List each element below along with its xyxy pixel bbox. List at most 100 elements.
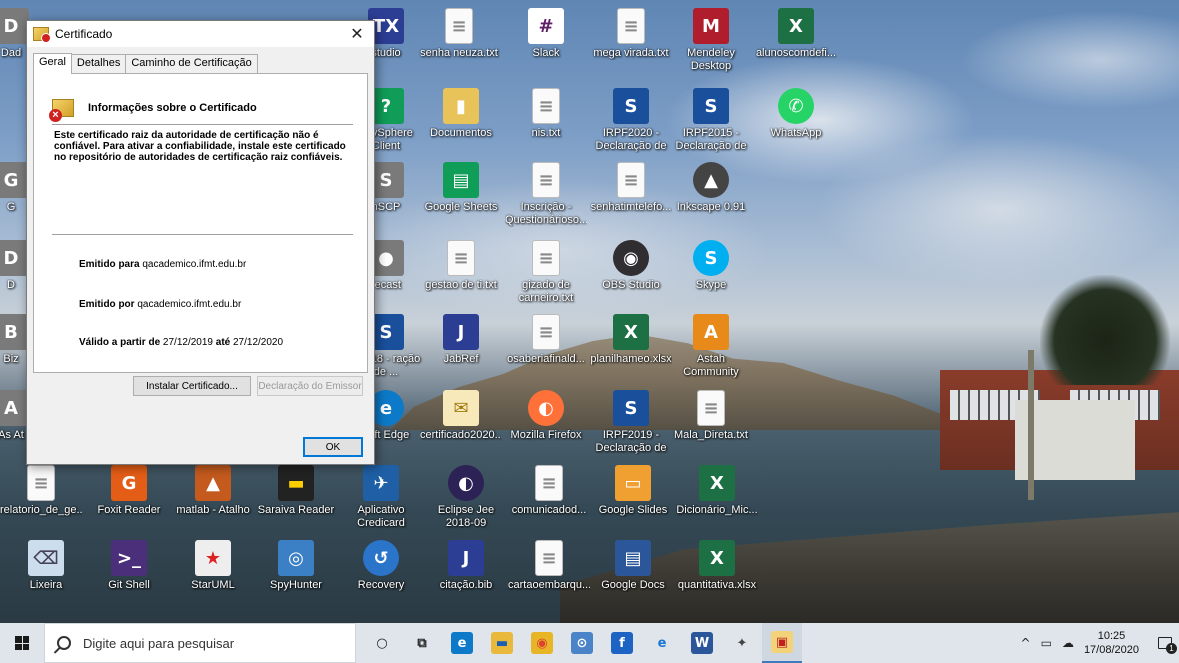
desktop-icon[interactable]: ↺ Recovery	[340, 540, 422, 592]
desktop-icon[interactable]: ✆ WhatsApp	[755, 88, 837, 140]
general-panel: Informações sobre o Certificado Este cer…	[33, 73, 368, 373]
desktop-icon-label: matlab - Atalho	[176, 504, 250, 516]
desktop-icon[interactable]: ⌫ Lixeira	[5, 540, 87, 592]
install-certificate-button[interactable]: Instalar Certificado...	[133, 376, 251, 396]
notification-center-button[interactable]: 1	[1151, 623, 1179, 663]
desktop-icon-glyph: ◐	[528, 390, 564, 426]
start-button[interactable]	[0, 623, 44, 663]
certificate-taskbar-icon[interactable]: ▣	[762, 623, 802, 663]
desktop-icon[interactable]: ≡ senha neuza.txt	[418, 8, 500, 60]
desktop-icon[interactable]: ◐ Mozilla Firefox	[505, 390, 587, 442]
close-icon[interactable]: ✕	[340, 21, 374, 47]
desktop-icon[interactable]: Jcitação.bib	[425, 540, 507, 592]
desktop-icon-glyph: ◎	[278, 540, 314, 576]
facebook-taskbar-icon[interactable]: f	[602, 623, 642, 663]
desktop-icon[interactable]: ✉ certificado2020...	[420, 390, 502, 442]
desktop-icon[interactable]: ≡ osaberiafinald...	[505, 314, 587, 366]
desktop-icon[interactable]: ◐ Eclipse Jee 2018-09	[425, 465, 507, 530]
desktop-icon[interactable]: >_ Git Shell	[88, 540, 170, 592]
desktop-icon[interactable]: S Skype	[670, 240, 752, 292]
certificate-info-header: Informações sobre o Certificado	[49, 99, 257, 122]
desktop-icon[interactable]: X Dicionário_Mic...	[676, 465, 758, 517]
desktop-icon-label: gizado de carneiro.txt	[518, 279, 574, 304]
issued-to-value: qacademico.ifmt.edu.br	[142, 259, 247, 270]
desktop-icon[interactable]: Xplanilhameo.xlsx	[590, 314, 672, 366]
desktop-icon[interactable]: # Slack	[505, 8, 587, 60]
desktop-icon-glyph: ≡	[445, 8, 473, 44]
edge-taskbar-icon[interactable]: e	[442, 623, 482, 663]
desktop-icon-label: mega virada.txt	[593, 47, 669, 59]
cortana-button[interactable]: ○	[362, 623, 402, 663]
desktop-icon-label: Eclipse Jee 2018-09	[437, 504, 495, 529]
desktop-icon[interactable]: ≡ cartaoembarqu...	[508, 540, 590, 592]
network-icon[interactable]: ☁	[1062, 636, 1074, 650]
desktop-icon[interactable]: ▲ Inkscape 0.91	[670, 162, 752, 214]
desktop-icon[interactable]: S IRPF2015 - Declaração de ...	[670, 88, 752, 153]
desktop-icon[interactable]: ≡ mega virada.txt	[590, 8, 672, 60]
tab-details[interactable]: Detalhes	[70, 54, 127, 73]
desktop-icon[interactable]: ▤ Google Sheets	[420, 162, 502, 214]
desktop-icon[interactable]: ★ StarUML	[172, 540, 254, 592]
desktop-icon[interactable]: Xalunoscomdefi...	[755, 8, 837, 60]
dialog-tabs: Geral Detalhes Caminho de Certificação	[33, 53, 258, 74]
desktop-icon[interactable]: ≡ gestao de ti.txt	[420, 240, 502, 292]
dialog-titlebar[interactable]: Certificado ✕	[27, 21, 374, 47]
desktop-icon[interactable]: S IRPF2019 - Declaração de ...	[590, 390, 672, 455]
tab-certification-path[interactable]: Caminho de Certificação	[125, 54, 258, 73]
wallpaper-tree	[1040, 275, 1170, 385]
desktop-icon-glyph: >_	[111, 540, 147, 576]
task-view-button[interactable]: ⧉	[402, 623, 442, 663]
desktop-icon-label: cartaoembarqu...	[508, 579, 590, 591]
desktop-icon[interactable]: ≡ gizado de carneiro.txt	[505, 240, 587, 305]
desktop-icon[interactable]: Xquantitativa.xlsx	[676, 540, 758, 592]
notification-count: 1	[1166, 643, 1177, 654]
desktop-icon[interactable]: J JabRef	[420, 314, 502, 366]
desktop-icon[interactable]: ▬ Saraiva Reader	[255, 465, 337, 517]
desktop-icon[interactable]: ≡ Inscrição - Questionárioso...	[505, 162, 587, 227]
desktop-icon[interactable]: ▭ Google Slides	[592, 465, 674, 517]
ok-button[interactable]: OK	[303, 437, 363, 457]
store-taskbar-icon[interactable]: ⊙	[562, 623, 602, 663]
desktop-icon[interactable]: ≡ comunicadod...	[508, 465, 590, 517]
file-explorer-taskbar-icon[interactable]: ▬	[482, 623, 522, 663]
chrome-taskbar-icon[interactable]: ◉	[522, 623, 562, 663]
desktop-icon[interactable]: ◉ OBS Studio	[590, 240, 672, 292]
clock-date: 17/08/2020	[1083, 644, 1139, 656]
desktop-icon[interactable]: S IRPF2020 - Declaração de ...	[590, 88, 672, 153]
desktop-icon[interactable]: M Mendeley Desktop	[670, 8, 752, 73]
ie-taskbar-icon[interactable]: e	[642, 623, 682, 663]
desktop-icon-label: Mala_Direta.txt	[674, 429, 748, 441]
desktop-icon[interactable]: ▮ Documentos	[420, 88, 502, 140]
desktop-icon-label: relatorio_de_ge...	[0, 504, 82, 516]
tab-general[interactable]: Geral	[33, 53, 72, 74]
inkscape-taskbar-icon[interactable]: ✦	[722, 623, 762, 663]
desktop-icon[interactable]: ◎ SpyHunter	[255, 540, 337, 592]
desktop-icon-label: StarUML	[191, 579, 235, 591]
clock-time: 10:25	[1097, 630, 1126, 642]
desktop-icon-glyph: S	[693, 240, 729, 276]
search-icon	[57, 636, 71, 650]
windows-logo-icon	[15, 636, 29, 650]
word-taskbar-icon[interactable]: W	[682, 623, 722, 663]
battery-icon[interactable]: ▭	[1041, 636, 1052, 650]
desktop-icon[interactable]: ≡ Mala_Direta.txt	[670, 390, 752, 442]
desktop-icon[interactable]: ≡ senhatimtelefo...	[590, 162, 672, 214]
notification-icon: 1	[1158, 637, 1177, 654]
desktop-icon-label: Astah Community	[683, 353, 739, 378]
desktop-icon-label: senhatimtelefo...	[590, 201, 672, 213]
desktop-icon[interactable]: A Astah Community	[670, 314, 752, 379]
taskbar-clock[interactable]: 10:25 17/08/2020	[1084, 629, 1139, 657]
desktop-icon-label: Inscrição - Questionárioso...	[505, 201, 587, 226]
desktop-icon[interactable]: G Foxit Reader	[88, 465, 170, 517]
issuer-statement-button[interactable]: Declaração do Emissor	[257, 376, 363, 396]
desktop-icon[interactable]: ✈ Aplicativo Credicard	[340, 465, 422, 530]
desktop-icon-glyph: ⌫	[28, 540, 64, 576]
desktop-icon[interactable]: ≡ relatorio_de_ge...	[0, 465, 82, 517]
desktop-icon-glyph: A	[0, 390, 29, 426]
desktop-icon[interactable]: ▤ Google Docs	[592, 540, 674, 592]
desktop-icon[interactable]: ≡ nis.txt	[505, 88, 587, 140]
desktop-icon-glyph: ▭	[615, 465, 651, 501]
taskbar-search-box[interactable]: Digite aqui para pesquisar	[44, 623, 356, 663]
chevron-up-icon[interactable]: ^	[1021, 636, 1031, 650]
desktop-icon[interactable]: ▲ matlab - Atalho	[172, 465, 254, 517]
